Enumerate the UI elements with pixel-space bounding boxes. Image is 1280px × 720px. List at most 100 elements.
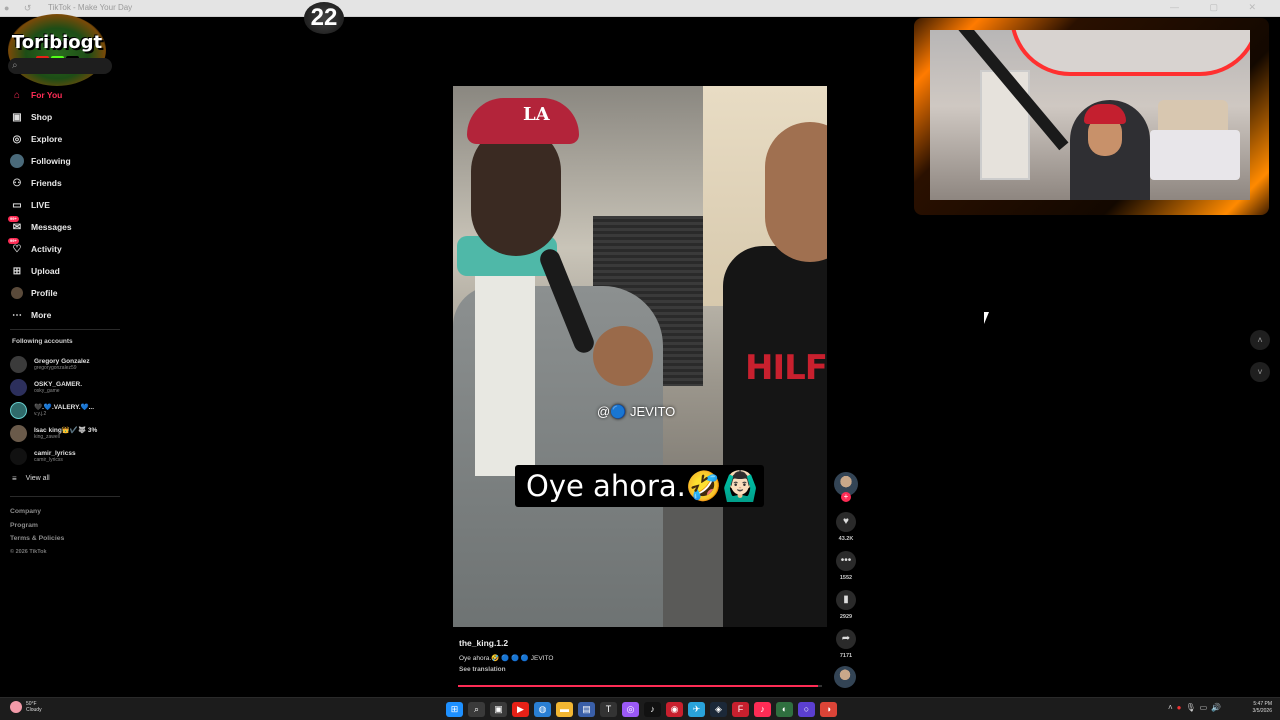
video-author[interactable]: the_king.1.2 — [459, 638, 553, 648]
account-name: Gregory Gonzalez — [34, 357, 90, 365]
clock-date: 3/5/2026 — [1252, 708, 1272, 714]
following-account[interactable]: camir_lyricss camir_lyricss — [10, 446, 76, 466]
taskbar-tiktok-studio-icon[interactable]: T — [600, 702, 617, 717]
tray-overflow-icon[interactable]: ˄ — [1168, 703, 1173, 712]
search-input[interactable]: ⌕ — [8, 58, 112, 74]
follow-plus-icon[interactable]: + — [841, 492, 851, 502]
browser-nav-icons[interactable]: ● ↺ — [4, 3, 37, 14]
taskbar-tiktok-icon[interactable]: ♪ — [644, 702, 661, 717]
taskbar-youtube-icon[interactable]: ▶ — [512, 702, 529, 717]
taskbar-telegram-icon[interactable]: ✈ — [688, 702, 705, 717]
view-all-link[interactable]: ≡ View all — [12, 474, 50, 483]
compass-icon: ◎ — [12, 133, 22, 145]
account-name: OSKY_GAMER. — [34, 380, 83, 388]
sidebar-item-shop[interactable]: ▣ Shop — [10, 106, 110, 128]
weather-widget[interactable]: 50°F Cloudy — [10, 701, 42, 713]
taskbar-explorer-icon[interactable]: ▬ — [556, 702, 573, 717]
window-controls[interactable]: — ▢ ✕ — [1170, 2, 1270, 13]
sound-disc[interactable] — [834, 666, 856, 688]
microphone-icon[interactable]: 🎙 — [1186, 703, 1196, 712]
video-meta: the_king.1.2 Oye ahora.🤣 🔵 🔵 🔵 JEVITO Se… — [459, 638, 553, 673]
account-handle: v.y.j.2 — [34, 410, 47, 417]
taskbar-apps: ⊞ ⌕ ▣ ▶ ◍ ▬ ▤ T ◎ ♪ ◉ ✈ ◈ F ♪ ◐ ○ ◑ — [446, 702, 837, 717]
sidebar-item-more[interactable]: ⋯ More — [10, 304, 110, 326]
following-account[interactable]: Gregory Gonzalez gregorygonzalez59 — [10, 354, 90, 374]
taskbar-app-f-icon[interactable]: F — [732, 702, 749, 717]
next-video-button[interactable]: ˅ — [1250, 362, 1270, 382]
taskbar-steam-icon[interactable]: ◈ — [710, 702, 727, 717]
taskbar-messenger-icon[interactable]: ◎ — [622, 702, 639, 717]
sidebar-item-friends[interactable]: ⚇ Friends — [10, 172, 110, 194]
home-icon: ⌂ — [13, 89, 21, 101]
clock[interactable]: 5:47 PM 3/5/2026 — [1244, 701, 1272, 715]
sidebar-item-messages[interactable]: ✉ 99+ Messages — [8, 216, 110, 238]
shirt-text: HILFI — [745, 348, 827, 388]
heart-icon: ♥ — [843, 516, 849, 527]
footer-link-terms[interactable]: Terms & Policies — [10, 532, 64, 546]
avatar — [10, 378, 27, 396]
cam-ceiling — [1010, 30, 1250, 76]
avatar — [10, 424, 27, 442]
following-account[interactable]: OSKY_GAMER. osky_game — [10, 377, 82, 397]
recording-icon[interactable]: ● — [1177, 703, 1182, 712]
footer-link-program[interactable]: Program — [10, 519, 64, 533]
footer-links: Company Program Terms & Policies © 2026 … — [10, 505, 64, 559]
save-button[interactable]: ▮ — [836, 590, 856, 610]
sidebar-item-explore[interactable]: ◎ Explore — [10, 128, 110, 150]
activity-icon: ♡ 99+ — [8, 238, 22, 255]
sidebar-item-label: Following — [31, 156, 71, 166]
network-icon[interactable]: ▭ — [1200, 703, 1208, 712]
creator-avatar[interactable]: + — [834, 472, 858, 502]
taskbar-app-red-icon[interactable]: ◉ — [666, 702, 683, 717]
sidebar-item-upload[interactable]: ⊞ Upload — [10, 260, 110, 282]
video-player[interactable]: LA HILFI @🔵 JEVITO — [453, 86, 827, 627]
sidebar-item-label: Explore — [31, 134, 63, 144]
video-caption: Oye ahora.🤣🙆🏻‍♂️ — [515, 465, 764, 507]
cam-hat — [1084, 104, 1126, 124]
more-icon: ⋯ — [12, 309, 22, 321]
following-account[interactable]: 🖤.💙.VALERY.💙... v.y.j.2 — [10, 400, 94, 420]
taskbar-store-icon[interactable]: ▤ — [578, 702, 595, 717]
video-progress-bar[interactable] — [458, 685, 822, 687]
video-head-right — [765, 122, 827, 262]
taskbar-task-view-icon[interactable]: ▣ — [490, 702, 507, 717]
sidebar-item-label: Upload — [31, 266, 60, 276]
share-count: 7171 — [839, 653, 853, 659]
logo-text: Toribiogt — [11, 32, 103, 53]
taskbar-search-icon[interactable]: ⌕ — [468, 702, 485, 717]
browser-tab-title[interactable]: TikTok - Make Your Day — [48, 3, 132, 12]
sidebar-item-live[interactable]: ▭ LIVE — [10, 194, 110, 216]
previous-video-button[interactable]: ˄ — [1250, 330, 1270, 350]
taskbar-chrome-active-icon[interactable]: ◐ — [776, 702, 793, 717]
video-head-left — [471, 126, 561, 256]
system-tray: ˄ ● 🎙 ▭ 🔊 — [1168, 703, 1221, 712]
taskbar-edge-icon[interactable]: ◍ — [534, 702, 551, 717]
see-translation-link[interactable]: See translation — [459, 666, 553, 673]
webcam-overlay — [914, 18, 1269, 215]
sidebar-divider — [10, 496, 120, 497]
taskbar-chrome-icon[interactable]: ◑ — [820, 702, 837, 717]
account-handle: osky_game — [34, 387, 60, 394]
account-name: Isac king👑✔️🐺 3% — [34, 426, 98, 434]
sidebar-item-for-you[interactable]: ⌂ For You — [10, 84, 110, 106]
sidebar-item-following[interactable]: Following — [10, 150, 110, 172]
comment-button[interactable]: ••• — [836, 551, 856, 571]
sidebar-item-label: Friends — [31, 178, 62, 188]
taskbar-start-icon[interactable]: ⊞ — [446, 702, 463, 717]
sidebar-item-activity[interactable]: ♡ 99+ Activity — [8, 238, 110, 260]
sidebar-item-profile[interactable]: Profile — [10, 282, 110, 304]
like-button[interactable]: ♥ — [836, 512, 856, 532]
chevron-down-icon: ˅ — [1257, 367, 1263, 377]
like-count: 43.2K — [838, 536, 854, 542]
share-button[interactable]: ➦ — [836, 629, 856, 649]
avatar — [10, 355, 27, 373]
save-count: 2929 — [839, 614, 853, 620]
volume-icon[interactable]: 🔊 — [1211, 703, 1221, 712]
taskbar-obs-icon[interactable]: ○ — [798, 702, 815, 717]
footer-link-company[interactable]: Company — [10, 505, 64, 519]
comment-count: 1552 — [839, 575, 853, 581]
taskbar-tiktok-live-icon[interactable]: ♪ — [754, 702, 771, 717]
activity-badge: 99+ — [8, 238, 19, 244]
following-account[interactable]: Isac king👑✔️🐺 3% king_zawell — [10, 423, 97, 443]
sidebar-item-label: Shop — [31, 112, 53, 122]
